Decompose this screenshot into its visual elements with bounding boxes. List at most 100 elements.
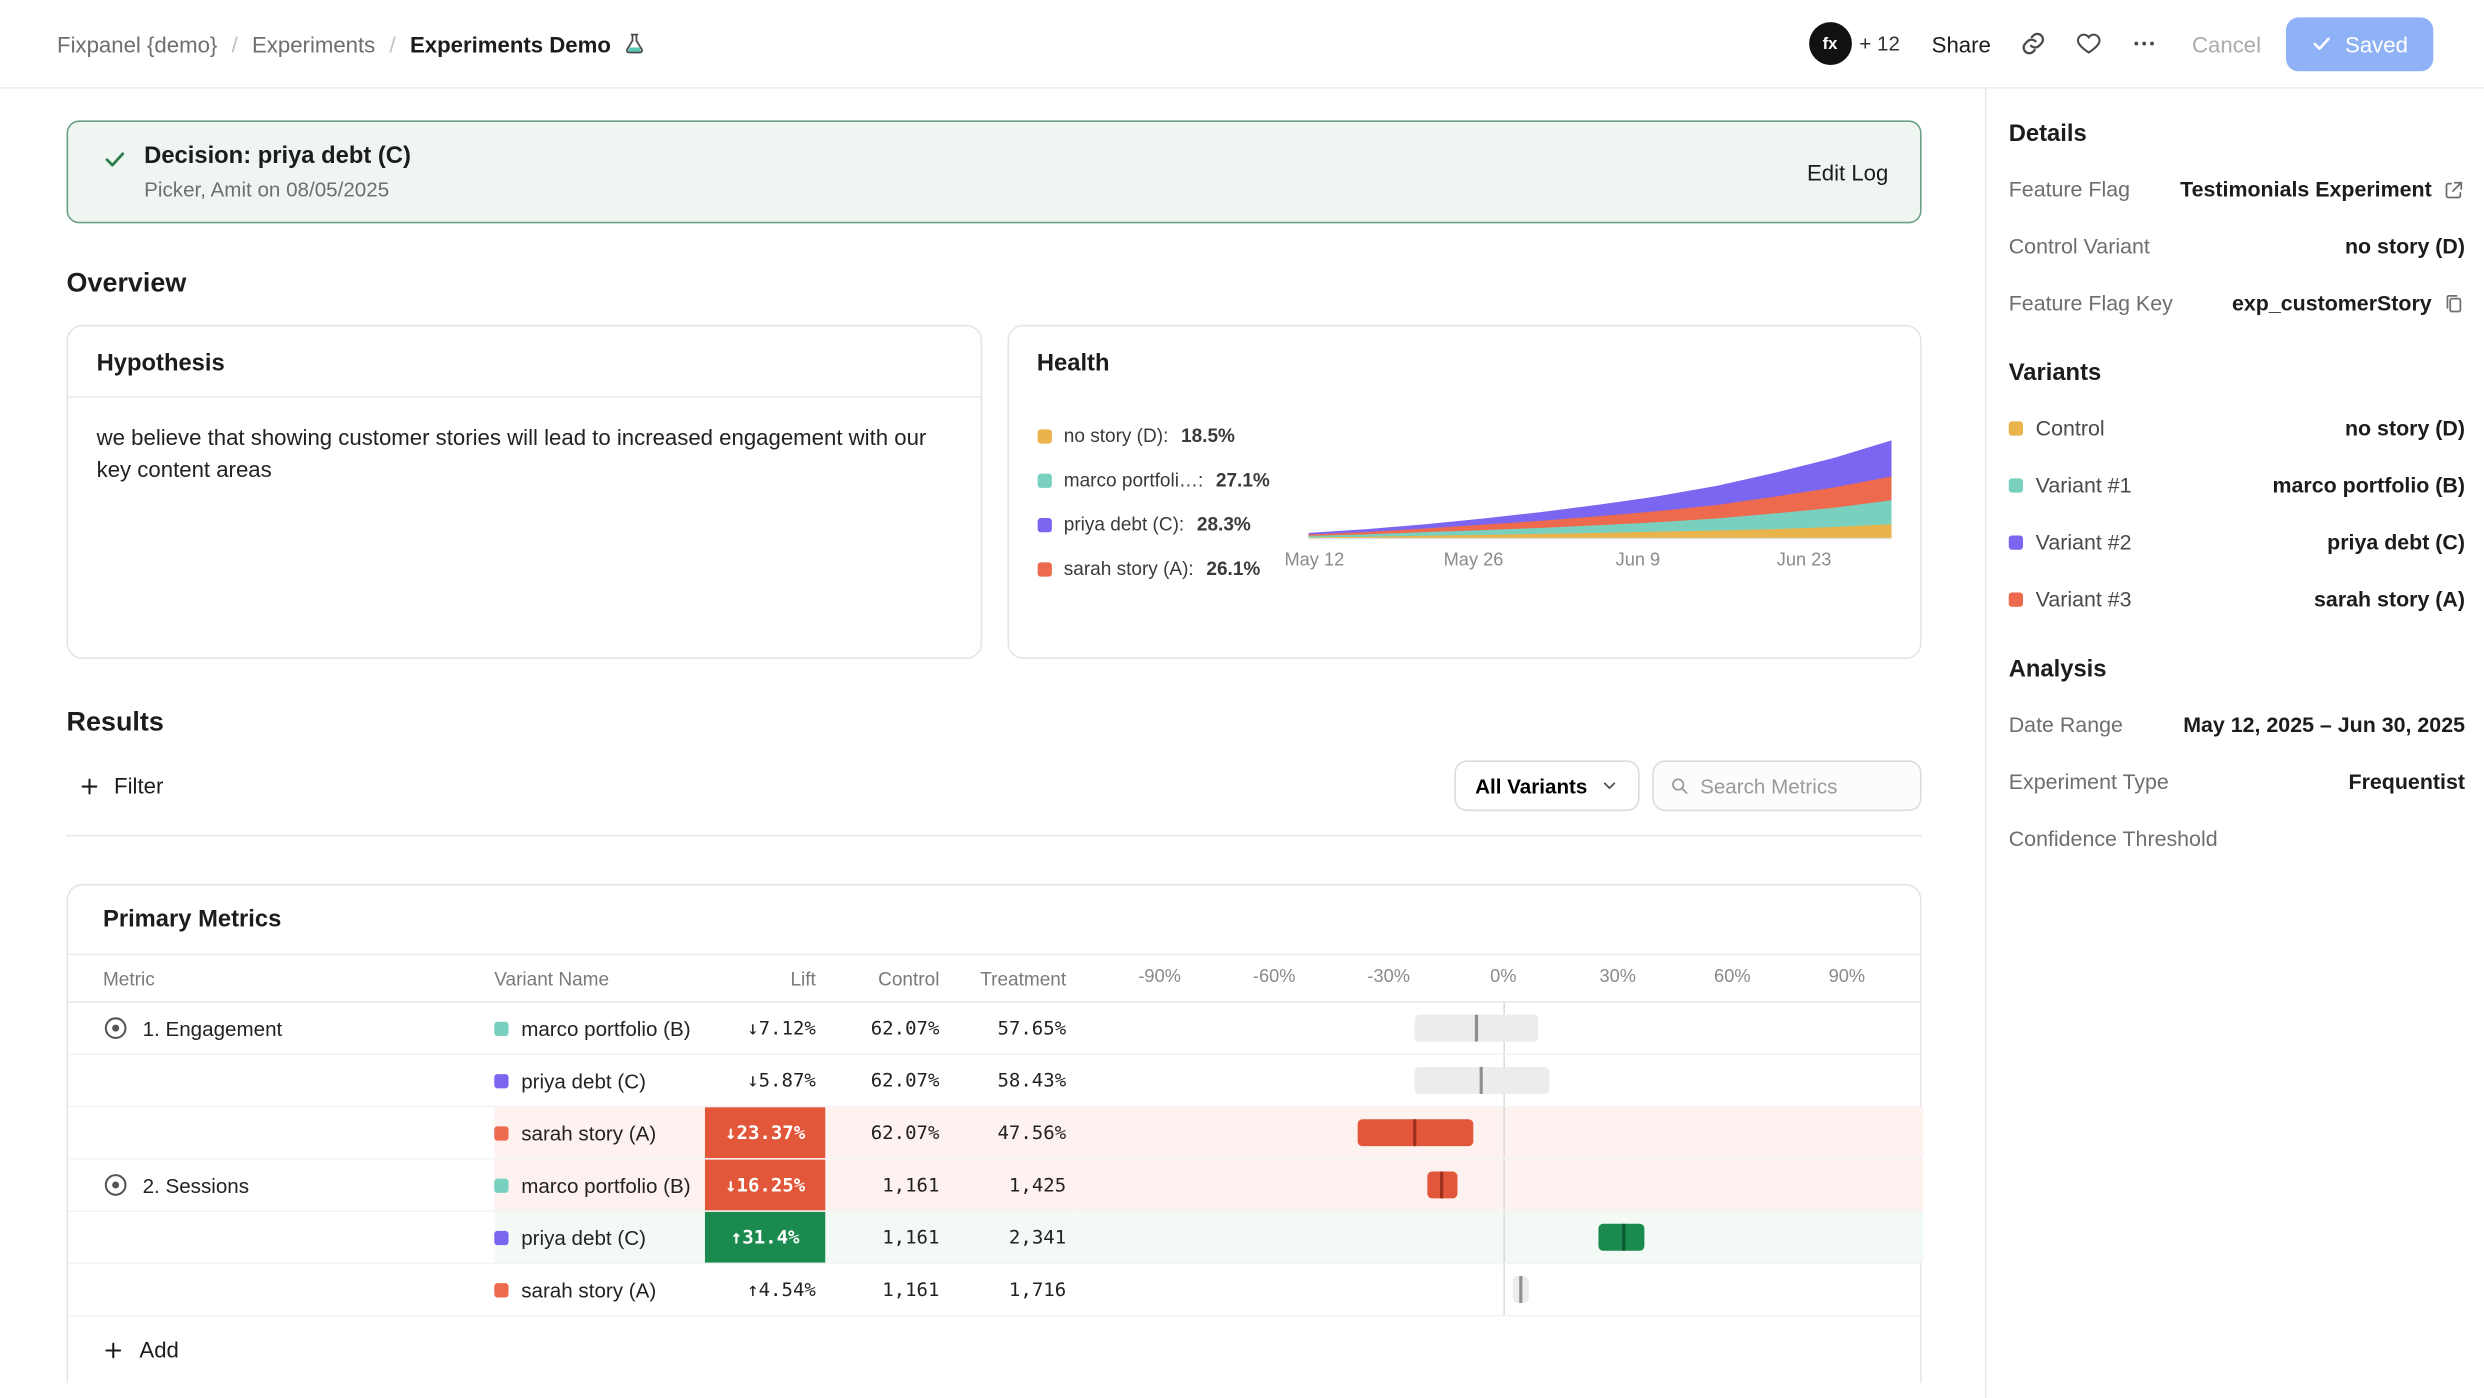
legend-swatch — [1037, 429, 1051, 443]
control-variant-value: no story (D) — [2345, 234, 2465, 258]
external-link-icon[interactable] — [2443, 178, 2465, 200]
metric-name: 1. Engagement — [143, 1016, 283, 1040]
variant-name-cell: marco portfolio (B) — [494, 1003, 705, 1054]
search-icon — [1670, 775, 1689, 797]
breadcrumb: Fixpanel {demo} / Experiments / Experime… — [57, 31, 646, 56]
date-range-label: Date Range — [2009, 713, 2123, 737]
variant-value: no story (D) — [2345, 417, 2465, 441]
variant-name-cell: sarah story (A) — [494, 1264, 705, 1315]
axis-ticks: -90%-60%-30%0%30%60%90% — [1076, 955, 1924, 1001]
axis-tick-label: -60% — [1253, 968, 1296, 987]
legend-label: sarah story (A): — [1064, 558, 1194, 580]
metrics-table-body: 1. Engagementmarco portfolio (B)↓7.12%62… — [68, 1003, 1920, 1317]
analysis-section: Analysis Date Range May 12, 2025 – Jun 3… — [2009, 656, 2465, 854]
table-row[interactable]: sarah story (A)↑4.54%1,1611,716 — [68, 1264, 1920, 1316]
table-row[interactable]: priya debt (C)↑31.4%1,1612,341 — [68, 1212, 1920, 1264]
topbar-actions: fx + 12 Share Cancel — [1809, 17, 2434, 71]
variant-color-swatch — [2009, 592, 2023, 606]
add-filter-button[interactable]: Filter — [67, 764, 177, 808]
point-estimate-tick — [1519, 1276, 1522, 1303]
target-icon — [103, 1172, 128, 1197]
point-estimate-tick — [1412, 1119, 1415, 1146]
legend-item: marco portfoli…: 27.1% — [1037, 469, 1309, 491]
saved-button[interactable]: Saved — [2286, 17, 2433, 71]
collaborators-count[interactable]: + 12 — [1859, 32, 1900, 56]
topbar: Fixpanel {demo} / Experiments / Experime… — [0, 0, 2484, 89]
feature-flag-key-value: exp_customerStory — [2232, 291, 2432, 315]
hypothesis-card: Hypothesis we believe that showing custo… — [67, 325, 982, 659]
ellipsis-icon — [2130, 30, 2157, 57]
decision-subtitle: Picker, Amit on 08/05/2025 — [144, 177, 411, 201]
variant-color-swatch — [494, 1126, 508, 1140]
analysis-heading: Analysis — [2009, 656, 2465, 683]
legend-swatch — [1037, 473, 1051, 487]
axis-tick-label: 30% — [1600, 968, 1636, 987]
variants-dropdown[interactable]: All Variants — [1455, 760, 1640, 811]
decision-text: Decision: priya debt (C) Picker, Amit on… — [144, 143, 411, 202]
breadcrumb-separator: / — [232, 31, 238, 56]
variant-name-cell: priya debt (C) — [494, 1055, 705, 1106]
app-root: Fixpanel {demo} / Experiments / Experime… — [0, 0, 2484, 1398]
experiment-type-row: Experiment Type Frequentist — [2009, 767, 2465, 797]
legend-value: 28.3% — [1197, 513, 1251, 535]
table-row[interactable]: priya debt (C)↓5.87%62.07%58.43% — [68, 1055, 1920, 1107]
variant-name: marco portfolio (B) — [521, 1173, 690, 1197]
breadcrumb-workspace[interactable]: Fixpanel {demo} — [57, 31, 217, 56]
experiment-type-label: Experiment Type — [2009, 770, 2169, 794]
variant-name-cell: priya debt (C) — [494, 1212, 705, 1263]
table-row[interactable]: 1. Engagementmarco portfolio (B)↓7.12%62… — [68, 1003, 1920, 1055]
cancel-button[interactable]: Cancel — [2192, 31, 2261, 56]
date-range-row: Date Range May 12, 2025 – Jun 30, 2025 — [2009, 710, 2465, 740]
search-metrics-input[interactable] — [1700, 774, 1904, 798]
variant-label: Variant #3 — [2036, 588, 2132, 612]
copy-link-button[interactable] — [2019, 30, 2046, 57]
control-value: 62.07% — [825, 1055, 949, 1106]
variant-value: sarah story (A) — [2314, 588, 2465, 612]
col-variant: Variant Name — [494, 967, 705, 989]
check-icon — [2312, 33, 2333, 54]
metric-name: 2. Sessions — [143, 1173, 249, 1197]
more-options-button[interactable] — [2130, 30, 2157, 57]
ci-chart-cell — [1076, 1212, 1924, 1263]
point-estimate-tick — [1479, 1067, 1482, 1094]
zero-line — [1503, 1212, 1505, 1263]
breadcrumb-experiments[interactable]: Experiments — [252, 31, 375, 56]
check-icon — [103, 147, 127, 171]
zero-line — [1503, 1107, 1505, 1158]
clipboard-copy-icon[interactable] — [2443, 292, 2465, 314]
variant-value: marco portfolio (B) — [2273, 474, 2465, 498]
details-sidebar: Details Feature Flag Testimonials Experi… — [1985, 89, 2484, 1398]
overview-heading: Overview — [67, 268, 1922, 300]
variant-color-swatch — [2009, 478, 2023, 492]
zero-line — [1503, 1160, 1505, 1211]
treatment-value: 1,425 — [949, 1160, 1076, 1211]
search-metrics-box — [1652, 760, 1921, 811]
feature-flag-key-row: Feature Flag Key exp_customerStory — [2009, 288, 2465, 318]
content: Decision: priya debt (C) Picker, Amit on… — [0, 89, 2484, 1398]
ci-chart-cell — [1076, 1055, 1924, 1106]
table-row[interactable]: sarah story (A)↓23.37%62.07%47.56% — [68, 1107, 1920, 1159]
legend-item: sarah story (A): 26.1% — [1037, 558, 1309, 580]
edit-log-button[interactable]: Edit Log — [1807, 159, 1888, 184]
treatment-value: 47.56% — [949, 1107, 1076, 1158]
flask-icon — [622, 32, 646, 56]
workspace-avatar[interactable]: fx — [1809, 22, 1852, 65]
share-button[interactable]: Share — [1932, 31, 1991, 56]
legend-swatch — [1037, 517, 1051, 531]
metric-cell — [68, 1107, 494, 1158]
favorite-button[interactable] — [2075, 30, 2102, 57]
control-variant-label: Control Variant — [2009, 234, 2150, 258]
table-row[interactable]: 2. Sessionsmarco portfolio (B)↓16.25%1,1… — [68, 1160, 1920, 1212]
plus-icon — [103, 1339, 124, 1360]
add-metric-button[interactable]: Add — [68, 1316, 214, 1383]
treatment-value: 57.65% — [949, 1003, 1076, 1054]
variant-color-swatch — [2009, 421, 2023, 435]
control-variant-row: Control Variant no story (D) — [2009, 231, 2465, 261]
overview-cards: Hypothesis we believe that showing custo… — [67, 325, 1922, 659]
health-title: Health — [1008, 326, 1920, 396]
col-lift: Lift — [705, 967, 825, 989]
feature-flag-value[interactable]: Testimonials Experiment — [2180, 177, 2465, 201]
variant-color-swatch — [494, 1282, 508, 1296]
lift-cell: ↑31.4% — [705, 1212, 825, 1263]
variant-color-swatch — [2009, 535, 2023, 549]
